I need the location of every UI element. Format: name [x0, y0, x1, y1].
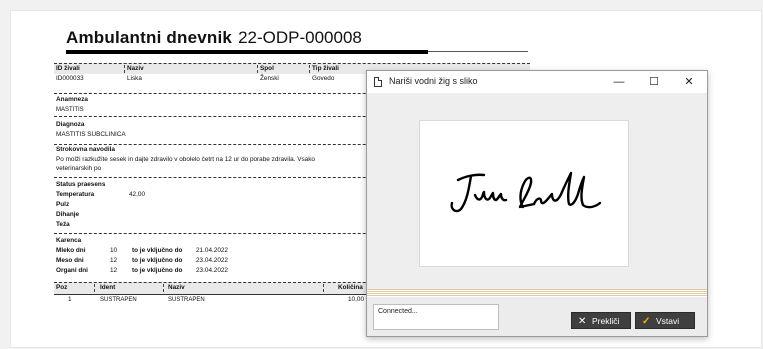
instructions-label: Strokovna navodila — [56, 146, 115, 153]
karenca-row-label: Mleko dni — [56, 247, 86, 254]
status-label: Status praesens — [56, 181, 106, 188]
header-name: Naziv — [127, 65, 144, 72]
col-divider — [124, 65, 125, 73]
header-type: Tip živali — [312, 65, 339, 72]
anamnesis-value: MASTITIS — [56, 107, 84, 113]
status-row-label: Temperatura — [56, 191, 95, 198]
dialog-footer: Connected... ✕ Prekliči ✓ Vstavi — [367, 297, 707, 336]
instructions-line: Po molži razkužite sesek in dajte zdravi… — [56, 156, 315, 163]
karenca-row-text: to je vključno do — [132, 267, 183, 274]
header-poz: Poz — [56, 284, 68, 291]
karenca-row-label: Meso dni — [56, 257, 84, 264]
signature-pad[interactable] — [419, 120, 629, 267]
karenca-row-date: 23.04.2022 — [196, 257, 228, 264]
anamnesis-label: Anamneza — [56, 96, 88, 103]
animal-name: Liska — [127, 75, 142, 82]
status-row-label: Dihanje — [56, 211, 80, 218]
status-row-label: Pulz — [56, 201, 70, 208]
header-naziv: Naziv — [168, 284, 185, 291]
signature-drawing — [450, 171, 602, 213]
insert-button[interactable]: ✓ Vstavi — [635, 312, 695, 329]
page-title: Ambulantni dnevnik 22-ODP-000008 — [66, 28, 362, 48]
karenca-label: Karenca — [56, 237, 82, 244]
karenca-row-days: 10 — [110, 247, 118, 254]
karenca-row-date: 21.04.2022 — [196, 247, 228, 254]
document-icon — [374, 77, 382, 87]
maximize-button[interactable]: ☐ — [642, 73, 666, 91]
karenca-row-date: 23.04.2022 — [196, 267, 228, 274]
dialog-titlebar[interactable]: Nariši vodni žig s sliko — ☐ ✕ — [367, 71, 707, 93]
animal-type: Govedo — [312, 75, 335, 82]
title-underline-thin — [428, 51, 528, 52]
karenca-row-label: Organi dni — [56, 267, 88, 274]
col-divider — [257, 65, 258, 73]
col-divider — [163, 284, 164, 292]
item-poz: 1 — [68, 296, 72, 303]
connection-status-text: Connected... — [378, 308, 418, 315]
check-icon: ✓ — [642, 316, 651, 327]
header-kolicina: Količina — [338, 284, 363, 291]
signature-area — [367, 93, 707, 289]
close-icon: ✕ — [578, 316, 587, 327]
title-underline — [66, 50, 428, 54]
connection-status: Connected... — [373, 304, 499, 330]
header-id: ID živali — [56, 65, 80, 72]
diagnosis-label: Diagnoza — [56, 121, 85, 128]
karenca-row-days: 12 — [110, 257, 118, 264]
karenca-row-text: to je vključno do — [132, 257, 183, 264]
karenca-row-text: to je vključno do — [132, 247, 183, 254]
col-divider — [309, 65, 310, 73]
header-ident: Ident — [100, 284, 116, 291]
col-divider — [94, 284, 95, 292]
instructions-line: veterinarskih po — [56, 165, 102, 172]
cancel-button[interactable]: ✕ Prekliči — [571, 312, 631, 329]
signature-dialog: Nariši vodni žig s sliko — ☐ ✕ Connected… — [366, 70, 708, 337]
minimize-button[interactable]: — — [607, 73, 631, 91]
status-row-value: 42,00 — [129, 191, 145, 198]
status-row-label: Teža — [56, 221, 70, 228]
animal-id: ID000033 — [56, 75, 84, 82]
close-button[interactable]: ✕ — [677, 73, 701, 91]
diagnosis-value: MASTITIS SUBCLINICA — [56, 131, 126, 138]
item-kolicina: 10,00 — [348, 296, 364, 303]
insert-label: Vstavi — [656, 316, 680, 326]
header-sex: Spol — [260, 65, 274, 72]
divider-stripes — [367, 289, 707, 297]
title-number: 22-ODP-000008 — [238, 28, 362, 47]
title-label: Ambulantni dnevnik — [66, 28, 233, 47]
col-divider — [323, 284, 324, 292]
item-ident: SUSTRAPEN — [100, 297, 137, 303]
cancel-label: Prekliči — [592, 316, 620, 326]
item-naziv: SUSTRAPEN — [168, 297, 205, 303]
animal-sex: Ženski — [260, 75, 279, 82]
karenca-row-days: 12 — [110, 267, 118, 274]
dialog-title: Nariši vodni žig s sliko — [389, 76, 478, 86]
